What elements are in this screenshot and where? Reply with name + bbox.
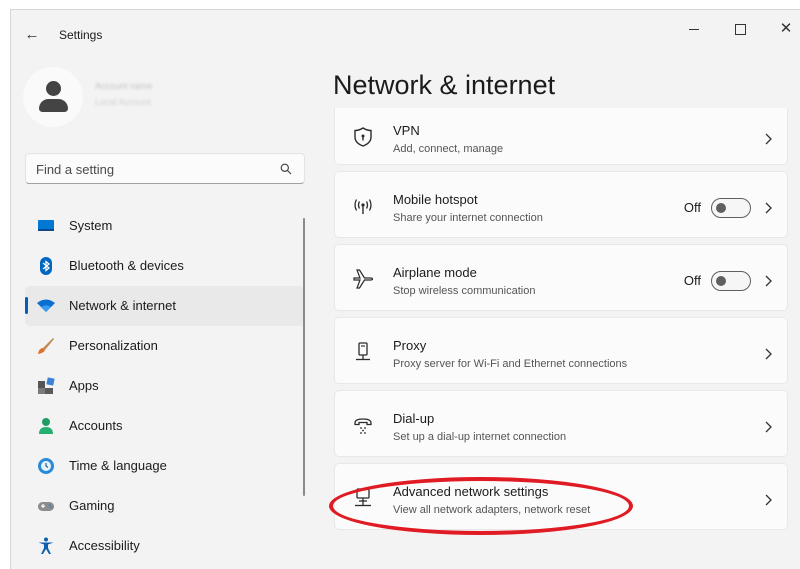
sidebar-scrollbar[interactable] [303, 218, 305, 496]
setting-title: Mobile hotspot [393, 192, 478, 207]
chevron-right-icon [765, 348, 772, 360]
sidebar-nav: System Bluetooth & devices Network & int… [25, 206, 305, 566]
chevron-right-icon [765, 421, 772, 433]
settings-card-vpn[interactable]: VPN Add, connect, manage [334, 108, 788, 165]
sidebar-item-accounts[interactable]: Accounts [25, 406, 305, 446]
sidebar-item-apps[interactable]: Apps [25, 366, 305, 406]
settings-card-advanced-network[interactable]: Advanced network settings View all netwo… [334, 463, 788, 530]
app-title: Settings [59, 28, 103, 42]
minimize-button[interactable] [679, 18, 709, 40]
avatar-body [39, 99, 68, 112]
dialup-icon [354, 418, 372, 434]
setting-title: Proxy [393, 338, 427, 353]
setting-description: Proxy server for Wi-Fi and Ethernet conn… [393, 358, 628, 370]
sidebar-item-label: Network & internet [69, 298, 176, 313]
search-input[interactable]: Find a setting [25, 153, 305, 184]
brush-icon [38, 338, 54, 354]
setting-description: View all network adapters, network reset [393, 504, 591, 516]
sidebar-item-label: System [69, 218, 113, 233]
selection-indicator [25, 297, 28, 314]
toggle-knob [716, 203, 726, 213]
gamepad-icon [38, 502, 54, 511]
toggle-state-label: Off [683, 200, 701, 215]
sidebar-item-system[interactable]: System [25, 206, 305, 246]
avatar[interactable] [23, 67, 83, 127]
chevron-right-icon [765, 494, 772, 506]
user-profile[interactable]: Account name Local Account [23, 67, 303, 131]
sidebar-item-label: Personalization [69, 338, 158, 353]
title-bar: ← Settings ✕ [11, 10, 800, 56]
network-pc-icon [355, 488, 371, 507]
sidebar-item-label: Apps [69, 378, 99, 393]
search-icon [280, 163, 292, 175]
accessibility-icon [38, 537, 54, 554]
setting-description: Set up a dial-up internet connection [393, 431, 567, 443]
settings-window: ← Settings ✕ Account name Local Account … [10, 9, 800, 569]
toggle-knob [716, 276, 726, 286]
sidebar-item-label: Time & language [69, 458, 167, 473]
settings-card-airplane-mode[interactable]: Airplane mode Stop wireless communicatio… [334, 244, 788, 311]
sidebar-item-bluetooth[interactable]: Bluetooth & devices [25, 246, 305, 286]
settings-list: VPN Add, connect, manage Mobile hotspot … [334, 108, 788, 536]
setting-title: Advanced network settings [393, 484, 549, 499]
hotspot-icon [354, 199, 372, 214]
wifi-icon [37, 299, 55, 312]
chevron-right-icon [765, 133, 772, 145]
shield-icon [354, 127, 372, 147]
profile-name: Account name [95, 81, 153, 91]
toggle-state-label: Off [683, 273, 701, 288]
proxy-icon [356, 342, 370, 361]
setting-description: Stop wireless communication [393, 285, 536, 297]
close-button[interactable]: ✕ [771, 18, 800, 40]
setting-description: Share your internet connection [393, 212, 543, 224]
airplane-icon [353, 269, 374, 289]
sidebar-item-label: Bluetooth & devices [69, 258, 184, 273]
settings-card-mobile-hotspot[interactable]: Mobile hotspot Share your internet conne… [334, 171, 788, 238]
globe-clock-icon [38, 458, 54, 474]
sidebar-item-personalization[interactable]: Personalization [25, 326, 305, 366]
settings-card-proxy[interactable]: Proxy Proxy server for Wi-Fi and Etherne… [334, 317, 788, 384]
chevron-right-icon [765, 275, 772, 287]
avatar-head [46, 81, 61, 96]
sidebar-item-label: Accessibility [69, 538, 140, 553]
person-icon [39, 418, 53, 434]
search-placeholder: Find a setting [36, 162, 115, 177]
setting-title: Airplane mode [393, 265, 477, 280]
chevron-right-icon [765, 202, 772, 214]
settings-card-dial-up[interactable]: Dial-up Set up a dial-up internet connec… [334, 390, 788, 457]
sidebar-item-accessibility[interactable]: Accessibility [25, 526, 305, 566]
back-arrow-icon[interactable]: ← [21, 25, 43, 45]
page-title: Network & internet [333, 70, 556, 100]
sidebar-item-label: Gaming [69, 498, 115, 513]
setting-description: Add, connect, manage [393, 143, 504, 155]
sidebar-item-gaming[interactable]: Gaming [25, 486, 305, 526]
apps-icon [38, 377, 55, 394]
bluetooth-icon [40, 257, 52, 275]
setting-title: Dial-up [393, 411, 435, 426]
profile-subtitle: Local Account [95, 97, 152, 107]
airplane-mode-toggle[interactable] [711, 271, 751, 291]
mobile-hotspot-toggle[interactable] [711, 198, 751, 218]
maximize-button[interactable] [725, 18, 755, 40]
system-icon [38, 220, 54, 231]
sidebar-item-network[interactable]: Network & internet [25, 286, 305, 326]
setting-title: VPN [393, 123, 420, 138]
sidebar-item-time-language[interactable]: Time & language [25, 446, 305, 486]
sidebar-item-label: Accounts [69, 418, 123, 433]
